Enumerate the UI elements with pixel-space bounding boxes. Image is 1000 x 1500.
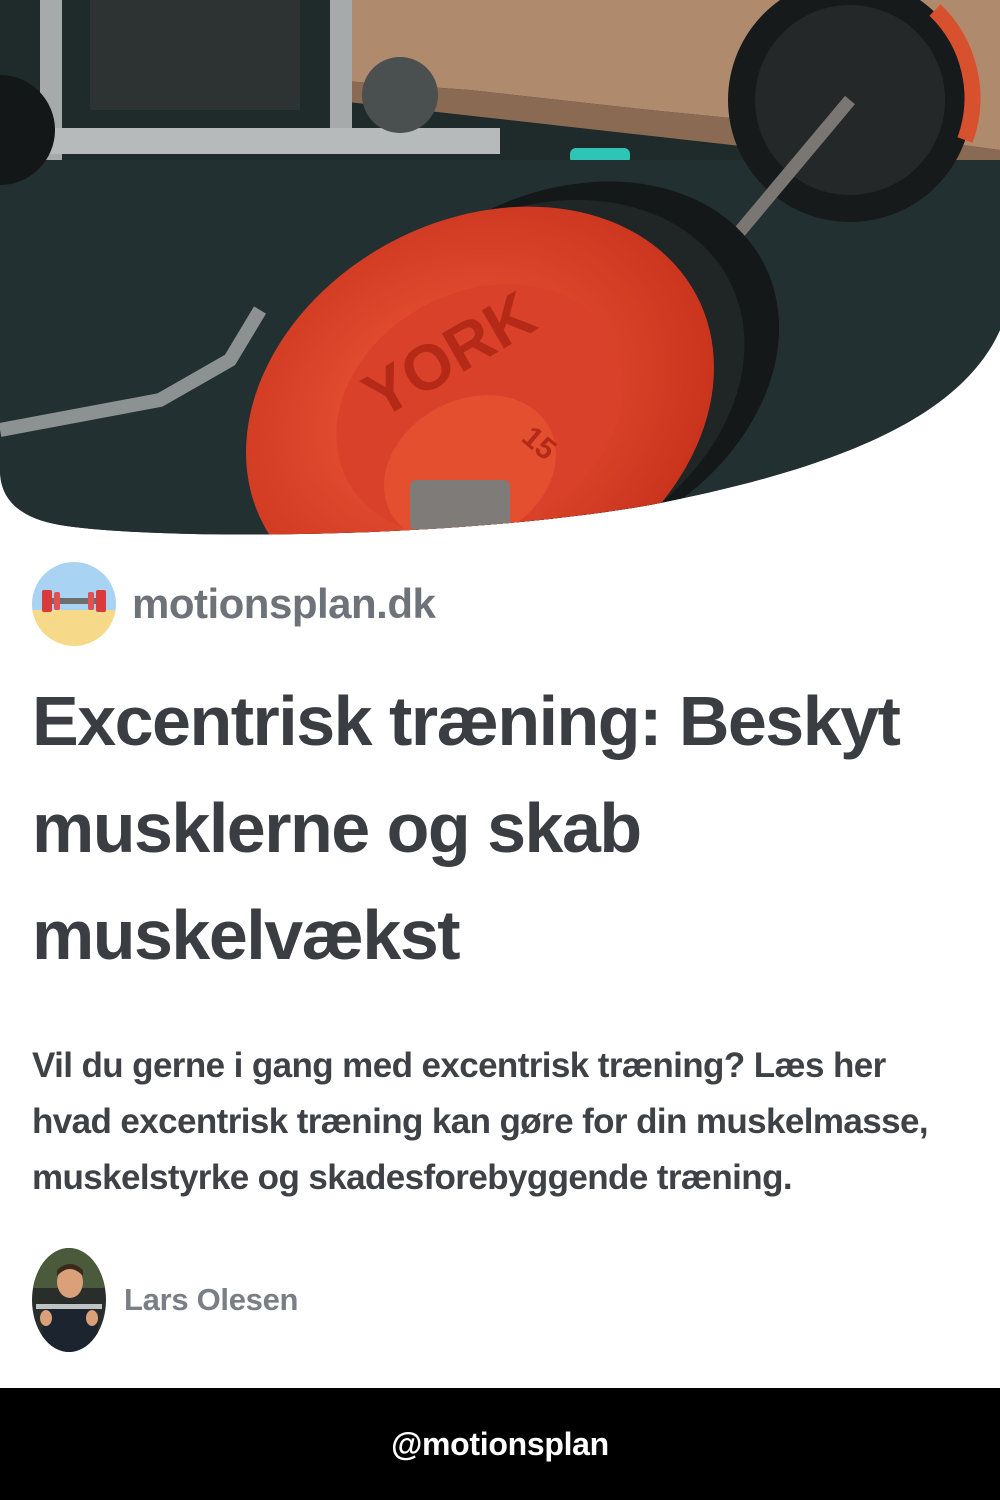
brand[interactable]: motionsplan.dk	[32, 562, 436, 646]
article-description: Vil du gerne i gang med excentrisk træni…	[32, 1046, 929, 1197]
dumbbell-logo-icon	[32, 562, 116, 646]
author-name: Lars Olesen	[124, 1282, 299, 1317]
social-handle[interactable]: @motionsplan	[391, 1426, 609, 1463]
footer-bar: @motionsplan	[0, 1388, 1000, 1500]
site-name: motionsplan.dk	[132, 580, 436, 627]
author[interactable]: Lars Olesen	[32, 1248, 298, 1352]
barbell-photo: YORK 15	[0, 0, 1000, 535]
author-avatar	[32, 1248, 106, 1352]
article-title: Excentrisk træning: Beskyt musklerne og …	[32, 682, 901, 974]
hero-image: YORK 15	[0, 0, 1000, 535]
